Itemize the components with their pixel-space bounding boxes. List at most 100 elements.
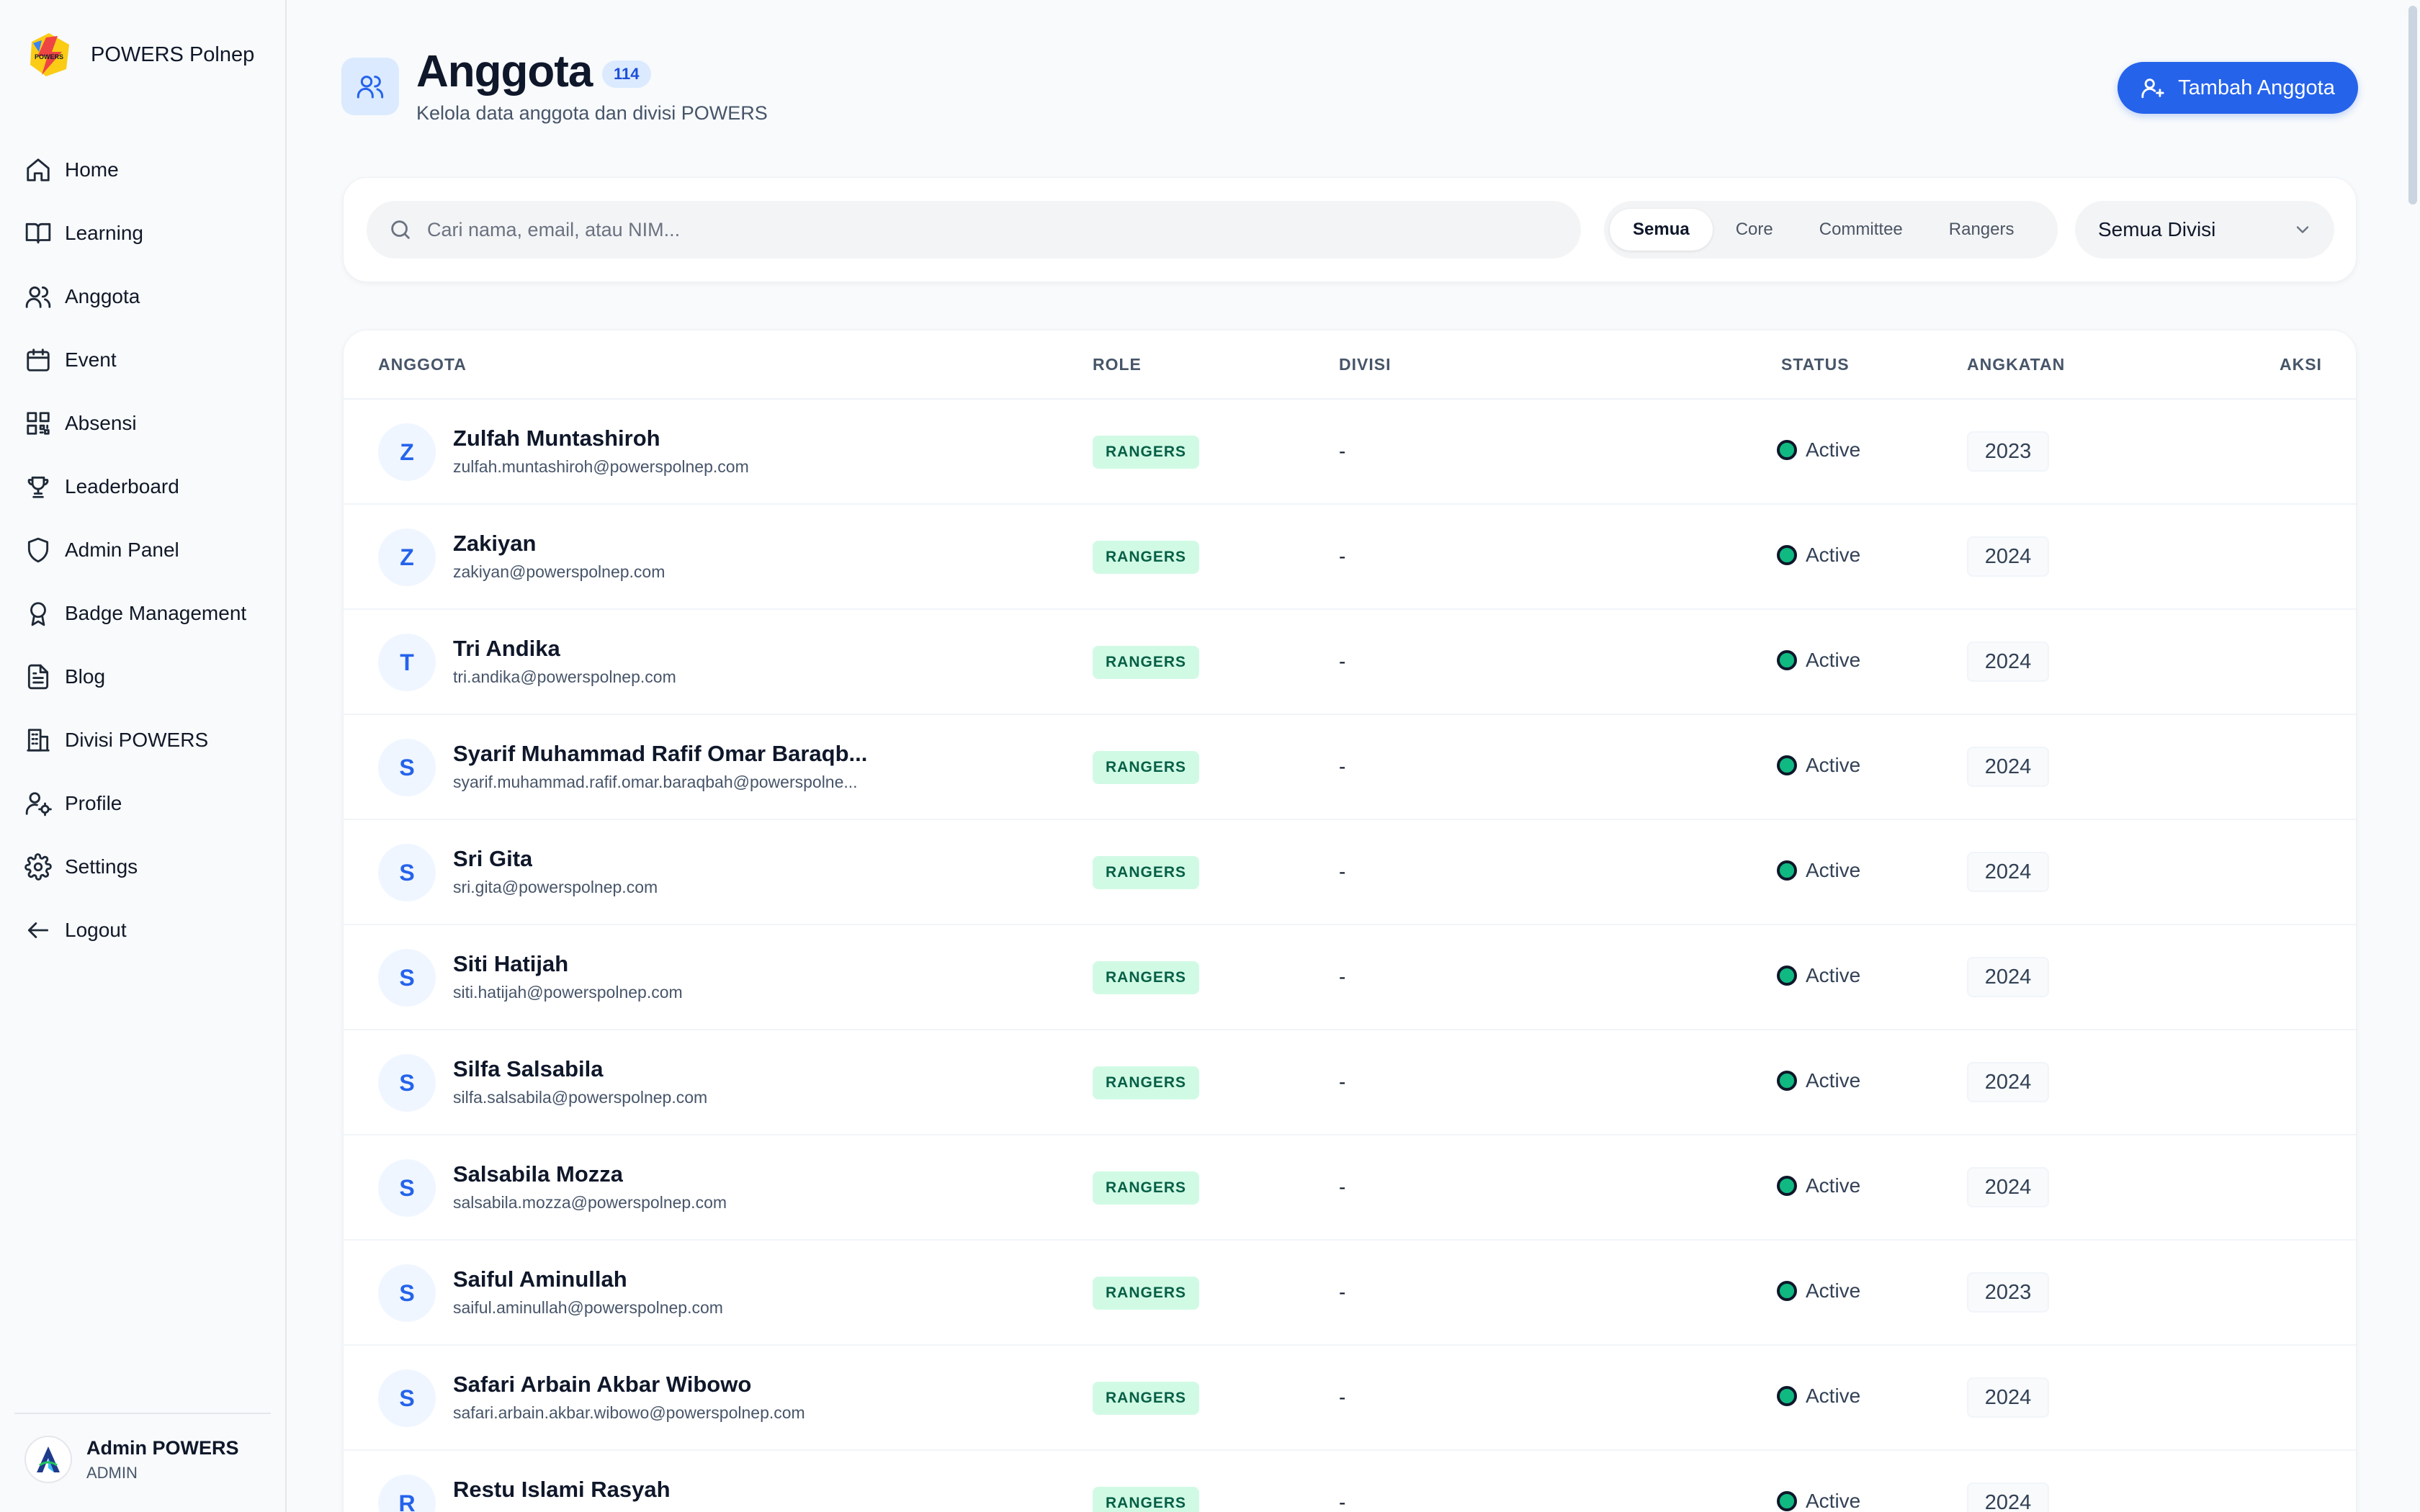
member-division: - — [1339, 860, 1346, 883]
award-icon — [24, 600, 52, 627]
table-row[interactable]: T Tri Andika tri.andika@powerspolnep.com… — [344, 610, 2356, 715]
arrow-left-icon — [24, 917, 52, 944]
sidebar-item-settings[interactable]: Settings — [23, 835, 268, 899]
user-name: Admin POWERS — [86, 1436, 239, 1459]
role-badge: RANGERS — [1093, 1277, 1200, 1310]
member-email: safari.arbain.akbar.wibowo@powerspolnep.… — [453, 1403, 805, 1422]
status-badge: Active — [1777, 964, 1860, 987]
user-role: ADMIN — [86, 1463, 138, 1482]
avatar — [24, 1436, 72, 1483]
search-box[interactable] — [367, 201, 1581, 258]
sidebar: POWERS POWERS Polnep Home Learning Anggo… — [0, 0, 287, 1512]
table-row[interactable]: S Saiful Aminullah saiful.aminullah@powe… — [344, 1241, 2356, 1346]
status-dot-icon — [1777, 1386, 1797, 1406]
status-dot-icon — [1777, 1281, 1797, 1301]
brand[interactable]: POWERS POWERS Polnep — [24, 30, 254, 79]
sidebar-item-label: Badge Management — [65, 602, 247, 624]
batch-year: 2023 — [1967, 431, 2049, 472]
table-row[interactable]: R Restu Islami Rasyah RANGERS - Active 2… — [344, 1451, 2356, 1512]
table-row[interactable]: S Salsabila Mozza salsabila.mozza@powers… — [344, 1135, 2356, 1241]
avatar: S — [378, 1264, 436, 1322]
user-logo-icon — [37, 1446, 60, 1472]
sidebar-item-blog[interactable]: Blog — [23, 645, 268, 708]
batch-year: 2023 — [1967, 1272, 2049, 1313]
batch-year: 2024 — [1967, 747, 2049, 787]
current-user[interactable]: Admin POWERS ADMIN — [24, 1436, 239, 1483]
batch-year: 2024 — [1967, 957, 2049, 997]
filter-bar: Semua Core Committee Rangers Semua Divis… — [343, 177, 2357, 282]
member-email: saiful.aminullah@powerspolnep.com — [453, 1298, 723, 1317]
role-badge: RANGERS — [1093, 961, 1200, 994]
member-division: - — [1339, 755, 1346, 778]
sidebar-item-absensi[interactable]: Absensi — [23, 392, 268, 455]
member-division: - — [1339, 440, 1346, 462]
member-division: - — [1339, 1386, 1346, 1408]
division-select[interactable]: Semua Divisi — [2075, 201, 2334, 258]
avatar: S — [378, 1159, 436, 1217]
sidebar-item-leaderboard[interactable]: Leaderboard — [23, 455, 268, 518]
search-input[interactable] — [427, 218, 1507, 241]
sidebar-item-label: Leaderboard — [65, 475, 179, 498]
scrollbar-thumb[interactable] — [2408, 6, 2417, 204]
book-icon — [24, 220, 52, 247]
sidebar-item-anggota[interactable]: Anggota — [23, 265, 268, 328]
table-row[interactable]: S Sri Gita sri.gita@powerspolnep.com RAN… — [344, 820, 2356, 925]
sidebar-item-event[interactable]: Event — [23, 328, 268, 392]
tab-rangers[interactable]: Rangers — [1926, 209, 2038, 251]
sidebar-item-divisi-powers[interactable]: Divisi POWERS — [23, 708, 268, 772]
batch-year: 2024 — [1967, 852, 2049, 892]
column-header-role[interactable]: ROLE — [1093, 355, 1142, 374]
status-text: Active — [1806, 964, 1861, 986]
table-row[interactable]: Z Zakiyan zakiyan@powerspolnep.com RANGE… — [344, 505, 2356, 610]
batch-year: 2024 — [1967, 1167, 2049, 1207]
role-badge: RANGERS — [1093, 1487, 1200, 1512]
sidebar-item-badge-management[interactable]: Badge Management — [23, 582, 268, 645]
tab-core[interactable]: Core — [1713, 209, 1796, 251]
table-row[interactable]: Z Zulfah Muntashiroh zulfah.muntashiroh@… — [344, 400, 2356, 505]
table-row[interactable]: S Safari Arbain Akbar Wibowo safari.arba… — [344, 1346, 2356, 1451]
chevron-down-icon — [2296, 226, 2309, 233]
tab-committee[interactable]: Committee — [1796, 209, 1926, 251]
role-badge: RANGERS — [1093, 1382, 1200, 1415]
table-row[interactable]: S Siti Hatijah siti.hatijah@powerspolnep… — [344, 925, 2356, 1030]
sidebar-item-admin-panel[interactable]: Admin Panel — [23, 518, 268, 582]
avatar: S — [378, 739, 436, 796]
status-text: Active — [1806, 1069, 1861, 1092]
column-header-status[interactable]: STATUS — [1781, 355, 1850, 374]
column-header-division[interactable]: DIVISI — [1339, 355, 1391, 374]
member-name: Restu Islami Rasyah — [453, 1477, 671, 1502]
sidebar-item-learning[interactable]: Learning — [23, 202, 268, 265]
member-name: Syarif Muhammad Rafif Omar Baraqb... — [453, 741, 868, 766]
member-email: tri.andika@powerspolnep.com — [453, 667, 676, 686]
status-badge: Active — [1777, 1385, 1860, 1408]
page-scrollbar[interactable] — [2406, 0, 2420, 1512]
role-badge: RANGERS — [1093, 436, 1200, 469]
avatar: Z — [378, 423, 436, 481]
sidebar-item-label: Settings — [65, 855, 138, 878]
column-header-member[interactable]: ANGGOTA — [378, 355, 467, 374]
add-member-button[interactable]: Tambah Anggota — [2118, 62, 2358, 114]
status-dot-icon — [1777, 755, 1797, 775]
avatar: R — [378, 1475, 436, 1512]
sidebar-item-logout[interactable]: Logout — [23, 899, 268, 962]
sidebar-item-profile[interactable]: Profile — [23, 772, 268, 835]
table-row[interactable]: S Silfa Salsabila silfa.salsabila@powers… — [344, 1030, 2356, 1135]
sidebar-divider — [14, 1413, 271, 1414]
sidebar-item-home[interactable]: Home — [23, 138, 268, 202]
sidebar-item-label: Anggota — [65, 285, 140, 307]
column-header-batch[interactable]: ANGKATAN — [1967, 355, 2065, 374]
building-icon — [24, 726, 52, 754]
table-row[interactable]: S Syarif Muhammad Rafif Omar Baraqb... s… — [344, 715, 2356, 820]
powers-logo-icon: POWERS — [30, 33, 69, 76]
tab-semua[interactable]: Semua — [1610, 209, 1713, 251]
home-icon — [24, 156, 52, 184]
status-text: Active — [1806, 438, 1861, 461]
status-text: Active — [1806, 859, 1861, 881]
status-text: Active — [1806, 754, 1861, 776]
calendar-icon — [24, 346, 52, 374]
member-name: Tri Andika — [453, 636, 560, 661]
status-dot-icon — [1777, 966, 1797, 986]
status-text: Active — [1806, 1385, 1861, 1407]
status-dot-icon — [1777, 545, 1797, 565]
status-text: Active — [1806, 1490, 1861, 1512]
